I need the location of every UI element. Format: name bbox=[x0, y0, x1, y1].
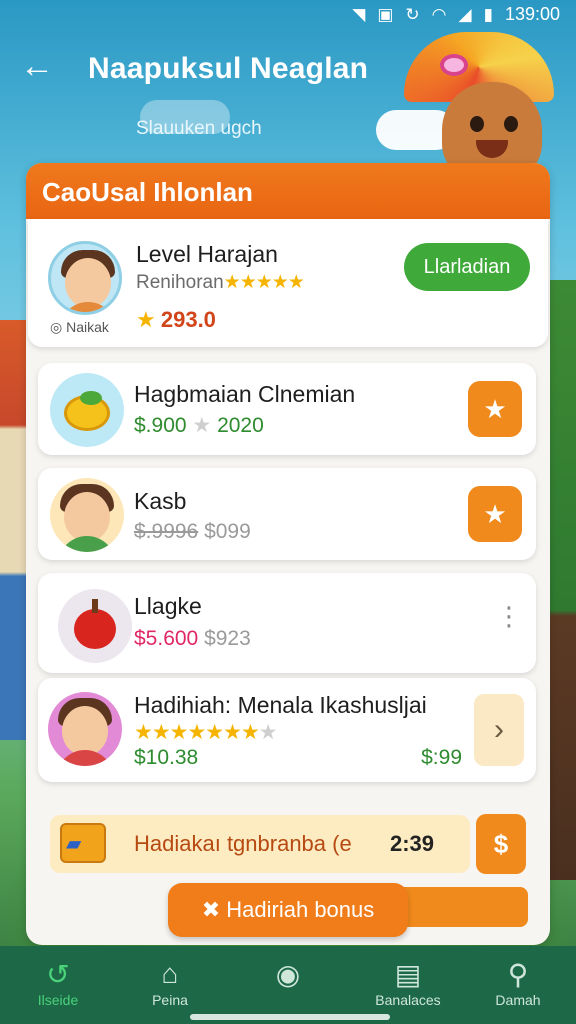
featured-card[interactable]: ◎ Naikak Level Harajan Renihoran★★★★★ ★ … bbox=[28, 219, 548, 347]
app-icon: ▣ bbox=[377, 4, 394, 24]
arrow-left-icon: ← bbox=[20, 47, 54, 85]
rating-star-icon: ★ bbox=[136, 307, 156, 332]
main-panel: CaoUsal Ihlonlan ◎ Naikak Level Harajan … bbox=[26, 163, 550, 945]
item-price-right: $:99 bbox=[421, 746, 462, 769]
battery-icon: ▮ bbox=[483, 4, 493, 24]
nav-item-center[interactable]: ◉ bbox=[238, 958, 338, 992]
item-open-button[interactable]: › bbox=[474, 694, 524, 766]
item-title: Hadihiah: Menala Ikashusljai bbox=[134, 692, 427, 718]
avatar bbox=[50, 478, 124, 552]
featured-action-button[interactable]: Llarladian bbox=[404, 243, 530, 291]
item-price-old: $.9996 bbox=[134, 520, 199, 543]
featured-rating: 293.0 bbox=[160, 307, 216, 332]
item-price: $099 bbox=[204, 520, 251, 543]
list-item[interactable]: Llagke $5.600 $923 ⋮ bbox=[38, 573, 536, 673]
bonus-button[interactable]: ✖ Hadiriah bonus bbox=[168, 883, 408, 937]
home-icon: ⌂ bbox=[161, 958, 179, 989]
featured-badge: ◎ Naikak bbox=[50, 319, 109, 335]
home-indicator[interactable] bbox=[190, 1014, 390, 1020]
featured-stars: ★★★★★ bbox=[223, 272, 305, 293]
more-options-icon[interactable]: ⋮ bbox=[496, 603, 522, 629]
ticket-icon: ▰ bbox=[66, 833, 82, 855]
favorite-button[interactable]: ★ bbox=[468, 486, 522, 542]
item-price: $10.38 bbox=[134, 746, 199, 769]
nav-item-home[interactable]: ⌂ Peina bbox=[120, 958, 220, 1008]
mascot-illustration bbox=[404, 32, 564, 182]
page-title: Naapuksul Neaglan bbox=[88, 52, 369, 85]
sync-icon: ↻ bbox=[405, 4, 420, 24]
wifi-icon: ◠ bbox=[431, 4, 447, 24]
item-price: $.900 bbox=[134, 414, 187, 437]
featured-subtitle: Renihoran bbox=[136, 272, 224, 293]
item-stars-off: ★ bbox=[258, 721, 278, 744]
item-title: Hagbmaian Clnemian bbox=[134, 381, 356, 407]
status-time: 139:00 bbox=[504, 4, 560, 24]
item-thumbnail bbox=[58, 589, 132, 663]
page-subtitle: Slauuken ugch bbox=[136, 118, 262, 139]
item-rating-row: ★★★★★★★★ bbox=[134, 720, 278, 745]
leaf-icon: ↺ bbox=[46, 959, 70, 990]
bonus-button-label: Hadiriah bonus bbox=[226, 897, 375, 922]
status-bar: ◥ ▣ ↻ ◠ ◢ ▮ 139:00 bbox=[0, 0, 576, 30]
featured-subtitle-row: Renihoran★★★★★ bbox=[136, 271, 305, 294]
star-icon: ★ bbox=[192, 414, 212, 437]
item-price-row: $10.38 bbox=[134, 746, 198, 770]
list-item[interactable]: Hagbmaian Clnemian $.900 ★ 2020 ★ bbox=[38, 363, 536, 455]
bonus-timer-bar[interactable]: ▰ Hadiakaı tgnbranba (e 2:39 bbox=[50, 815, 470, 873]
list-item[interactable]: Kasb $.9996 $099 ★ bbox=[38, 468, 536, 560]
avatar bbox=[48, 692, 122, 766]
avatar bbox=[48, 241, 122, 315]
nav-item-wallet[interactable]: ▤ Banalaces bbox=[358, 958, 458, 1008]
featured-title: Level Harajan bbox=[136, 241, 278, 267]
wallet-icon: ▤ bbox=[394, 959, 422, 990]
nav-item-home-leaf[interactable]: ↺ Ilseide bbox=[8, 958, 108, 1008]
bonus-icon: ✖ bbox=[201, 897, 221, 922]
item-stars: ★★★★★★★ bbox=[134, 721, 260, 744]
profile-icon: ⚲ bbox=[507, 959, 529, 990]
nav-label: Banalaces bbox=[375, 992, 441, 1008]
featured-rating-row: ★ 293.0 bbox=[136, 307, 216, 333]
item-price-row: $.9996 $099 bbox=[134, 520, 251, 544]
back-button[interactable]: ← bbox=[20, 48, 60, 88]
dollar-button[interactable]: $ bbox=[476, 814, 526, 874]
bonus-text: Hadiakaı tgnbranba (e bbox=[134, 831, 352, 856]
panel-title: CaoUsal Ihlonlan bbox=[26, 163, 550, 219]
chevron-right-icon: › bbox=[494, 713, 504, 746]
item-price-row: $5.600 $923 bbox=[134, 627, 251, 651]
star-icon: ★ bbox=[483, 394, 507, 424]
bottom-nav: ↺ Ilseide ⌂ Peina ◉ ▤ Banalaces ⚲ Damah bbox=[0, 946, 576, 1024]
item-title: Llagke bbox=[134, 593, 202, 619]
circle-icon: ◉ bbox=[275, 959, 301, 990]
bonus-button-tail bbox=[396, 887, 528, 927]
nav-label: Damah bbox=[495, 992, 541, 1008]
notification-icon: ◥ bbox=[352, 4, 366, 24]
item-year: 2020 bbox=[217, 414, 264, 437]
item-thumbnail bbox=[50, 373, 124, 447]
item-price-old: $923 bbox=[204, 627, 251, 650]
signal-icon: ◢ bbox=[458, 4, 472, 24]
nav-label: Peina bbox=[152, 992, 188, 1008]
bonus-timer: 2:39 bbox=[390, 831, 435, 856]
list-item[interactable]: Hadihiah: Menala Ikashusljai ★★★★★★★★ $1… bbox=[38, 678, 536, 782]
item-price: $5.600 bbox=[134, 627, 199, 650]
nav-item-profile[interactable]: ⚲ Damah bbox=[468, 958, 568, 1008]
nav-label: Ilseide bbox=[37, 992, 79, 1008]
favorite-button[interactable]: ★ bbox=[468, 381, 522, 437]
star-icon: ★ bbox=[483, 499, 507, 529]
item-price-row: $.900 ★ 2020 bbox=[134, 413, 264, 438]
item-title: Kasb bbox=[134, 488, 187, 514]
